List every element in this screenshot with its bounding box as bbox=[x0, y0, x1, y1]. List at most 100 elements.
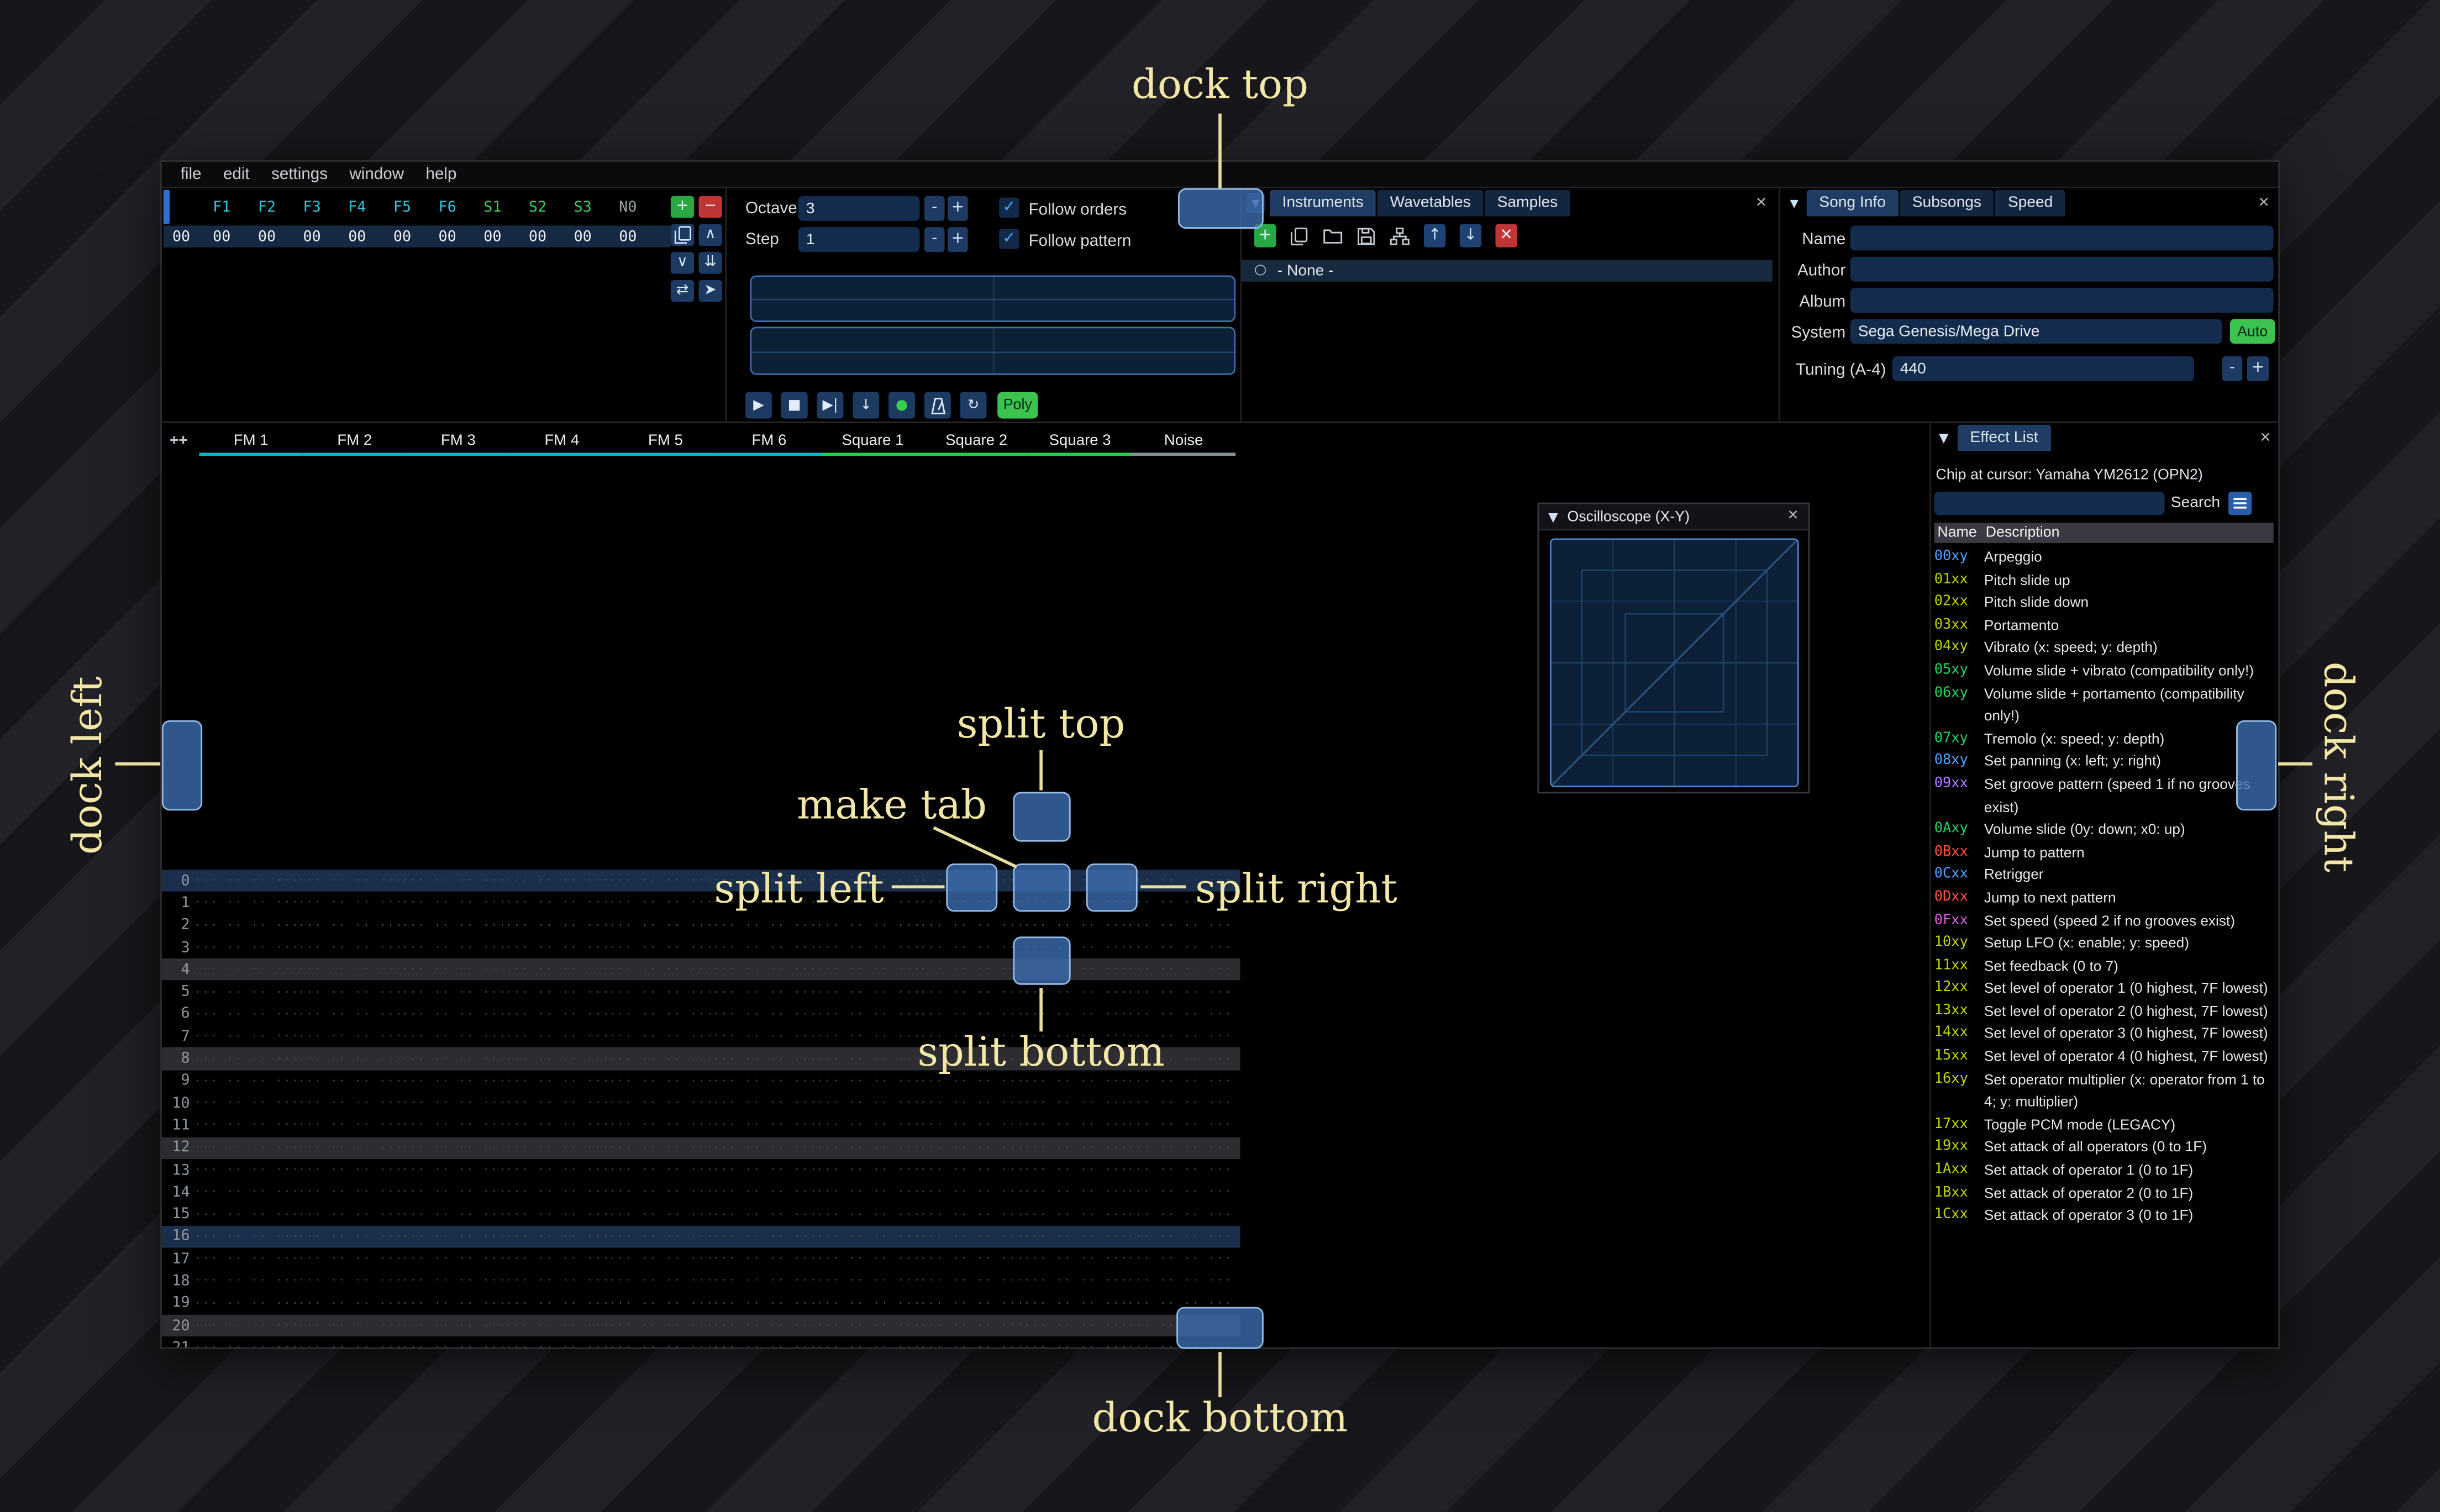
pattern-cell[interactable]: ··· ·· ·· ··· bbox=[402, 1075, 506, 1088]
pattern-cell[interactable]: ··· ·· ·· ··· bbox=[194, 941, 298, 954]
pattern-cell[interactable]: ··· ·· ·· ··· bbox=[609, 986, 713, 998]
effect-list-menu-button[interactable] bbox=[2228, 491, 2252, 515]
order-pattern-value[interactable]: 00 bbox=[560, 228, 606, 245]
oscilloscope-title-bar[interactable]: ▼ Oscilloscope (X-Y) ✕ bbox=[1539, 504, 1808, 531]
tab-subsongs[interactable]: Subsongs bbox=[1900, 189, 1994, 217]
pattern-cell[interactable]: ··· ·· ·· ··· bbox=[713, 1297, 817, 1310]
tab-song-info[interactable]: Song Info bbox=[1806, 189, 1899, 217]
pattern-cell[interactable]: ··· ·· ·· ··· bbox=[920, 1008, 1024, 1021]
pattern-row-2[interactable]: 2 ··· ·· ·· ··· ··· ·· ·· ··· ··· ·· ·· ···… bbox=[162, 914, 1240, 936]
pattern-cell[interactable]: ··· ·· ·· ··· bbox=[402, 897, 506, 909]
pattern-cell[interactable]: ··· ·· ·· ··· bbox=[298, 1075, 402, 1088]
pattern-cell[interactable]: ··· ·· ·· ··· bbox=[713, 963, 817, 976]
pattern-row-13[interactable]: 13 ··· ·· ·· ··· ··· ·· ·· ··· ··· ·· ·· ··… bbox=[162, 1159, 1240, 1181]
pattern-cell[interactable]: ··· ·· ·· ··· bbox=[816, 1119, 920, 1132]
pattern-cell[interactable]: ··· ·· ·· ··· bbox=[506, 1342, 609, 1347]
collapse-arrow-icon[interactable]: ▼ bbox=[1785, 193, 1803, 213]
pattern-cell[interactable]: ··· ·· ·· ··· bbox=[1127, 963, 1231, 976]
effect-row-0bxx[interactable]: 0Bxx Jump to pattern bbox=[1934, 841, 2277, 864]
pattern-cell[interactable]: ··· ·· ·· ··· bbox=[713, 1075, 817, 1088]
pattern-cell[interactable]: ··· ·· ·· ··· bbox=[1127, 1075, 1231, 1088]
pattern-cell[interactable]: ··· ·· ·· ··· bbox=[609, 1075, 713, 1088]
menu-item-help[interactable]: help bbox=[415, 164, 467, 185]
pattern-cell[interactable]: ··· ·· ·· ··· bbox=[1023, 919, 1127, 932]
pattern-cell[interactable]: ··· ·· ·· ··· bbox=[298, 1319, 402, 1332]
order-pattern-value[interactable]: 00 bbox=[425, 228, 470, 245]
system-auto-button[interactable]: Auto bbox=[2229, 319, 2275, 344]
menu-item-edit[interactable]: edit bbox=[212, 164, 260, 185]
pattern-cell[interactable]: ··· ·· ·· ··· bbox=[506, 1208, 609, 1221]
pattern-cell[interactable]: ··· ·· ·· ··· bbox=[194, 1230, 298, 1243]
order-pattern-value[interactable]: 00 bbox=[290, 228, 335, 245]
pattern-cell[interactable]: ··· ·· ·· ··· bbox=[713, 1141, 817, 1154]
transport-play-from-cursor-button[interactable]: ▶| bbox=[817, 392, 844, 419]
poly-mono-toggle-button[interactable]: Poly bbox=[997, 392, 1038, 419]
instrument-list-item[interactable]: ○ - None - bbox=[1242, 260, 1773, 282]
pattern-cell[interactable]: ··· ·· ·· ··· bbox=[920, 1164, 1024, 1177]
pattern-cell[interactable]: ··· ·· ·· ··· bbox=[402, 1253, 506, 1266]
make-tab-target[interactable] bbox=[1013, 863, 1071, 912]
pattern-row-18[interactable]: 18 ··· ·· ·· ··· ··· ·· ·· ··· ··· ·· ·· ··… bbox=[162, 1270, 1240, 1292]
pattern-cell[interactable]: ··· ·· ·· ··· bbox=[609, 897, 713, 909]
collapse-arrow-icon[interactable]: ▼ bbox=[1548, 509, 1558, 523]
pattern-cell[interactable]: ··· ·· ·· ··· bbox=[402, 1030, 506, 1043]
pattern-cell[interactable]: ··· ·· ·· ··· bbox=[816, 1030, 920, 1043]
pattern-cell[interactable]: ··· ·· ·· ··· bbox=[506, 1008, 609, 1021]
pattern-cell[interactable]: ··· ·· ·· ··· bbox=[713, 1208, 817, 1221]
orders-move-up-button[interactable]: ∧ bbox=[698, 224, 722, 246]
pattern-cell[interactable]: ··· ·· ·· ··· bbox=[816, 1075, 920, 1088]
pattern-row-19[interactable]: 19 ··· ·· ·· ··· ··· ·· ·· ··· ··· ·· ·· ··… bbox=[162, 1292, 1240, 1314]
pattern-cell[interactable]: ··· ·· ·· ··· bbox=[506, 1253, 609, 1266]
pattern-cell[interactable]: ··· ·· ·· ··· bbox=[1023, 1230, 1127, 1243]
add-channel-button[interactable]: ++ bbox=[170, 433, 188, 450]
name-field[interactable] bbox=[1850, 225, 2274, 251]
pattern-cell[interactable]: ··· ·· ·· ··· bbox=[298, 1342, 402, 1347]
pattern-cell[interactable]: ··· ·· ·· ··· bbox=[920, 1342, 1024, 1347]
collapse-arrow-icon[interactable]: ▼ bbox=[1939, 431, 1948, 445]
pattern-cell[interactable]: ··· ·· ·· ··· bbox=[402, 1097, 506, 1110]
pattern-cell[interactable]: ··· ·· ·· ··· bbox=[713, 1230, 817, 1243]
pattern-cell[interactable]: ··· ·· ·· ··· bbox=[402, 1119, 506, 1132]
pattern-cell[interactable]: ··· ·· ·· ··· bbox=[1127, 1141, 1231, 1154]
pattern-cell[interactable]: ··· ·· ·· ··· bbox=[1023, 1186, 1127, 1199]
follow-orders-checkbox[interactable]: ✓ bbox=[999, 197, 1019, 218]
instruments-move-up-button[interactable]: ↑ bbox=[1423, 224, 1446, 247]
pattern-cell[interactable]: ··· ·· ·· ··· bbox=[506, 1030, 609, 1043]
effect-row-10xy[interactable]: 10xy Setup LFO (x: enable; y: speed) bbox=[1934, 932, 2277, 955]
pattern-cell[interactable]: ··· ·· ·· ··· bbox=[194, 1319, 298, 1332]
pattern-cell[interactable]: ··· ·· ·· ··· bbox=[1127, 1208, 1231, 1221]
instruments-delete-button[interactable]: ✕ bbox=[1495, 224, 1517, 247]
pattern-cell[interactable]: ··· ·· ·· ··· bbox=[298, 1208, 402, 1221]
pattern-cell[interactable]: ··· ·· ·· ··· bbox=[1023, 1319, 1127, 1332]
channel-header-fm-6[interactable]: FM 6 bbox=[717, 429, 821, 456]
pattern-cell[interactable]: ··· ·· ·· ··· bbox=[298, 897, 402, 909]
pattern-cell[interactable]: ··· ·· ·· ··· bbox=[1023, 1097, 1127, 1110]
pattern-cell[interactable]: ··· ·· ·· ··· bbox=[402, 919, 506, 932]
pattern-cell[interactable]: ··· ·· ·· ··· bbox=[298, 1297, 402, 1310]
pattern-cell[interactable]: ··· ·· ·· ··· bbox=[1023, 1208, 1127, 1221]
pattern-cell[interactable]: ··· ·· ·· ··· bbox=[194, 1342, 298, 1347]
pattern-cell[interactable]: ··· ·· ·· ··· bbox=[194, 1253, 298, 1266]
pattern-cell[interactable]: ··· ·· ·· ··· bbox=[713, 1186, 817, 1199]
pattern-cell[interactable]: ··· ·· ·· ··· bbox=[609, 1275, 713, 1288]
pattern-cell[interactable]: ··· ·· ·· ··· bbox=[920, 919, 1024, 932]
pattern-cell[interactable]: ··· ·· ·· ··· bbox=[713, 1119, 817, 1132]
pattern-cell[interactable]: ··· ·· ·· ··· bbox=[609, 1208, 713, 1221]
pattern-cell[interactable]: ··· ·· ·· ··· bbox=[298, 1253, 402, 1266]
pattern-cell[interactable]: ··· ·· ·· ··· bbox=[816, 1208, 920, 1221]
effect-row-00xy[interactable]: 00xy Arpeggio bbox=[1934, 546, 2277, 569]
effect-row-1cxx[interactable]: 1Cxx Set attack of operator 3 (0 to 1F) bbox=[1934, 1204, 2277, 1227]
pattern-cell[interactable]: ··· ·· ·· ··· bbox=[920, 1253, 1024, 1266]
pattern-cell[interactable]: ··· ·· ·· ··· bbox=[298, 1008, 402, 1021]
pattern-cell[interactable]: ··· ·· ·· ··· bbox=[298, 1097, 402, 1110]
split-right-target[interactable] bbox=[1086, 863, 1138, 912]
pattern-cell[interactable]: ··· ·· ·· ··· bbox=[816, 1342, 920, 1347]
pattern-cell[interactable]: ··· ·· ·· ··· bbox=[506, 1297, 609, 1310]
pattern-cell[interactable]: ··· ·· ·· ··· bbox=[1127, 1164, 1231, 1177]
pattern-cell[interactable]: ··· ·· ·· ··· bbox=[402, 1319, 506, 1332]
pattern-cell[interactable]: ··· ·· ·· ··· bbox=[402, 1275, 506, 1288]
pattern-cell[interactable]: ··· ·· ·· ··· bbox=[402, 986, 506, 998]
pattern-cell[interactable]: ··· ·· ·· ··· bbox=[506, 1097, 609, 1110]
oscilloscope-xy-window[interactable]: ▼ Oscilloscope (X-Y) ✕ bbox=[1537, 502, 1810, 794]
octave-decrease-button[interactable]: - bbox=[924, 196, 945, 221]
